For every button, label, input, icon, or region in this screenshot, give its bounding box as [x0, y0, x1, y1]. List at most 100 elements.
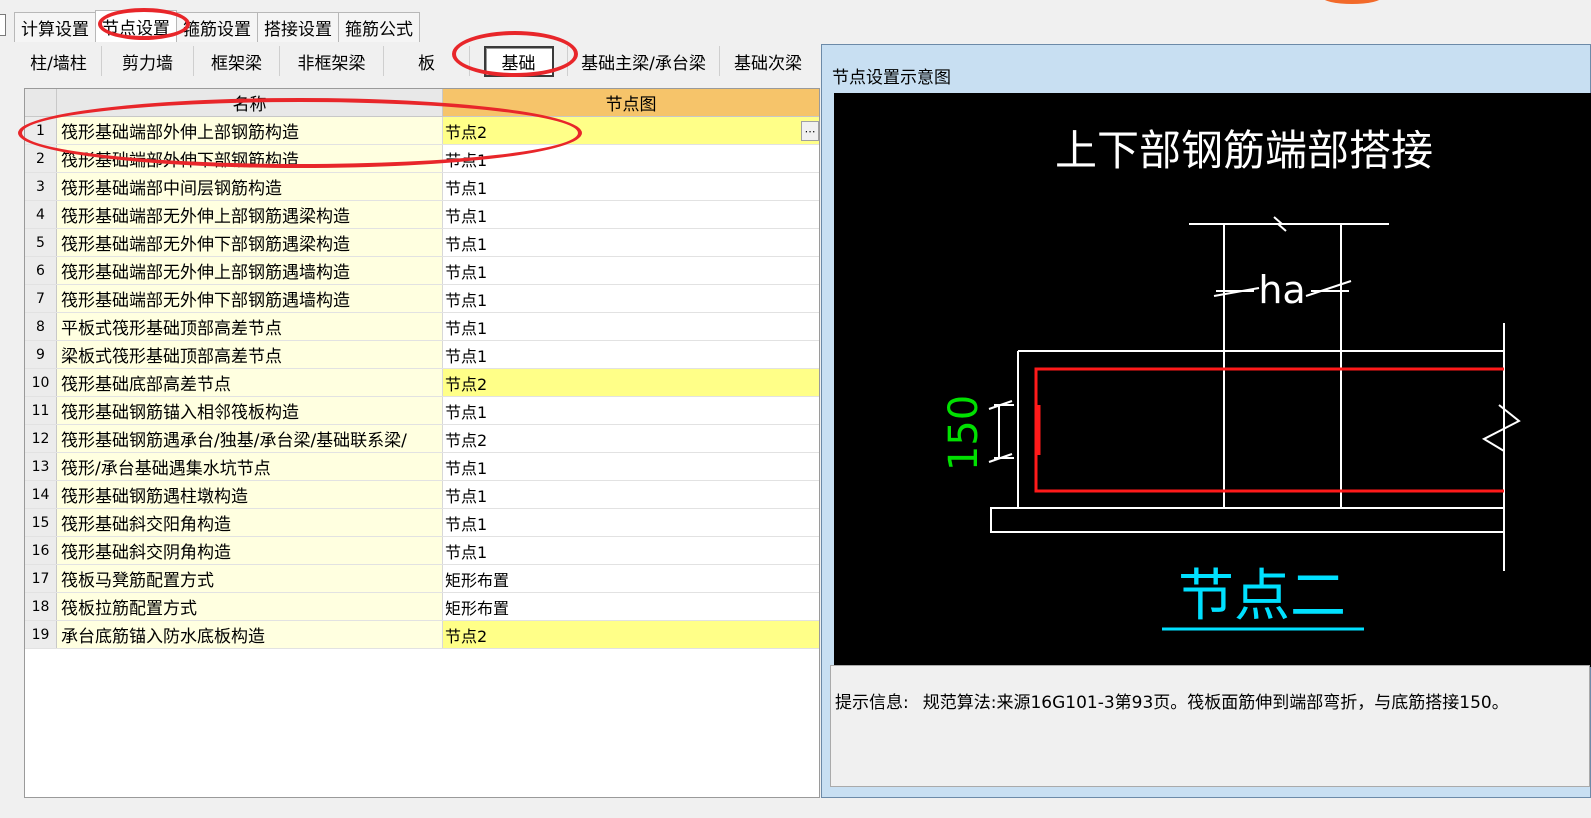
table-row[interactable]: 16 筏形基础斜交阴角构造 节点1 [25, 537, 819, 565]
row-number: 4 [25, 201, 57, 228]
table-row[interactable]: 11 筏形基础钢筋锚入相邻筏板构造 节点1 [25, 397, 819, 425]
row-node-cell[interactable]: 节点2 [443, 369, 819, 396]
row-number: 18 [25, 593, 57, 620]
node-column-header[interactable]: 节点图 [443, 89, 819, 117]
subtab-label: 柱/墙柱 [30, 53, 87, 74]
table-row[interactable]: 2 筏形基础端部外伸下部钢筋构造 节点1 [25, 145, 819, 173]
break-symbol-right [1481, 404, 1521, 452]
table-row[interactable]: 15 筏形基础斜交阳角构造 节点1 [25, 509, 819, 537]
table-row[interactable]: 9 梁板式筏形基础顶部高差节点 节点1 [25, 341, 819, 369]
row-name-cell[interactable]: 平板式筏形基础顶部高差节点 [57, 313, 443, 340]
table-row[interactable]: 5 筏形基础端部无外伸下部钢筋遇梁构造 节点1 [25, 229, 819, 257]
row-node-cell[interactable]: 节点1 [443, 481, 819, 508]
row-node-cell[interactable]: 节点1 [443, 257, 819, 284]
row-node-value: 节点1 [445, 402, 488, 422]
row-node-cell[interactable]: 节点2 [443, 621, 819, 648]
row-name-cell[interactable]: 筏板拉筋配置方式 [57, 593, 443, 620]
table-row[interactable]: 14 筏形基础钢筋遇柱墩构造 节点1 [25, 481, 819, 509]
row-number: 1 [25, 117, 57, 144]
row-node-cell[interactable]: 节点1 [443, 201, 819, 228]
subtab-label: 非框架梁 [297, 53, 366, 74]
ellipsis-button[interactable]: ⋯ [801, 121, 819, 141]
row-number: 11 [25, 397, 57, 424]
subtab-column-wallcolumn[interactable]: 柱/墙柱 [16, 46, 102, 76]
row-number: 13 [25, 453, 57, 480]
row-node-cell[interactable]: 节点1 [443, 313, 819, 340]
row-number: 10 [25, 369, 57, 396]
rebar-top-bent [1034, 367, 1504, 493]
row-name-cell[interactable]: 梁板式筏形基础顶部高差节点 [57, 341, 443, 368]
row-number: 3 [25, 173, 57, 200]
row-node-cell[interactable]: 矩形布置 [443, 593, 819, 620]
row-name-cell[interactable]: 筏形基础端部外伸上部钢筋构造 [57, 117, 443, 144]
row-name-cell[interactable]: 筏形/承台基础遇集水坑节点 [57, 453, 443, 480]
tab-stirrup-formula[interactable]: 箍筋公式 [338, 12, 420, 42]
row-node-cell[interactable]: 节点1 [443, 341, 819, 368]
table-row[interactable]: 17 筏板马凳筋配置方式 矩形布置 [25, 565, 819, 593]
row-node-cell[interactable]: 节点2 ⋯ [443, 117, 819, 144]
row-node-value: 节点1 [445, 234, 488, 254]
row-name-cell[interactable]: 筏形基础端部无外伸下部钢筋遇梁构造 [57, 229, 443, 256]
tab-node-settings[interactable]: 节点设置 [95, 10, 177, 42]
table-row[interactable]: 19 承台底筋锚入防水底板构造 节点2 [25, 621, 819, 649]
table-row[interactable]: 7 筏形基础端部无外伸下部钢筋遇墙构造 节点1 [25, 285, 819, 313]
subtab-label: 剪力墙 [122, 53, 173, 74]
row-name-cell[interactable]: 承台底筋锚入防水底板构造 [57, 621, 443, 648]
table-row[interactable]: 8 平板式筏形基础顶部高差节点 节点1 [25, 313, 819, 341]
row-node-cell[interactable]: 节点1 [443, 537, 819, 564]
ha-tick-right [1305, 280, 1352, 297]
subtab-foundation-secondary-beam[interactable]: 基础次梁 [720, 46, 816, 76]
table-row[interactable]: 10 筏形基础底部高差节点 节点2 [25, 369, 819, 397]
row-name-cell[interactable]: 筏形基础斜交阳角构造 [57, 509, 443, 536]
subtab-label: 框架梁 [211, 53, 262, 74]
row-node-value: 节点1 [445, 346, 488, 366]
row-node-cell[interactable]: 节点2 [443, 425, 819, 452]
subtab-foundation-main-beam[interactable]: 基础主梁/承台梁 [568, 46, 720, 76]
subtab-frame-beam[interactable]: 框架梁 [194, 46, 280, 76]
table-row[interactable]: 3 筏形基础端部中间层钢筋构造 节点1 [25, 173, 819, 201]
subtab-shear-wall[interactable]: 剪力墙 [102, 46, 194, 76]
subtab-label: 板 [418, 53, 435, 74]
row-name-cell[interactable]: 筏形基础钢筋锚入相邻筏板构造 [57, 397, 443, 424]
table-row[interactable]: 4 筏形基础端部无外伸上部钢筋遇梁构造 节点1 [25, 201, 819, 229]
row-name-cell[interactable]: 筏形基础端部外伸下部钢筋构造 [57, 145, 443, 172]
row-name-cell[interactable]: 筏形基础钢筋遇柱墩构造 [57, 481, 443, 508]
row-name-cell[interactable]: 筏形基础端部无外伸上部钢筋遇梁构造 [57, 201, 443, 228]
tab-stirrup-settings[interactable]: 箍筋设置 [176, 12, 258, 42]
row-name-cell[interactable]: 筏形基础底部高差节点 [57, 369, 443, 396]
row-name-cell[interactable]: 筏形基础钢筋遇承台/独基/承台梁/基础联系梁/ [57, 425, 443, 452]
tab-calc-settings[interactable]: 计算设置 [14, 12, 96, 42]
table-row[interactable]: 1 筏形基础端部外伸上部钢筋构造 节点2 ⋯ [25, 117, 819, 145]
panel-title: 节点设置示意图 [832, 68, 951, 88]
row-node-cell[interactable]: 节点1 [443, 509, 819, 536]
row-node-cell[interactable]: 节点1 [443, 285, 819, 312]
subtab-nonframe-beam[interactable]: 非框架梁 [280, 46, 384, 76]
table-row[interactable]: 13 筏形/承台基础遇集水坑节点 节点1 [25, 453, 819, 481]
table-row[interactable]: 6 筏形基础端部无外伸上部钢筋遇墙构造 节点1 [25, 257, 819, 285]
row-node-cell[interactable]: 矩形布置 [443, 565, 819, 592]
table-row[interactable]: 12 筏形基础钢筋遇承台/独基/承台梁/基础联系梁/节点2 [25, 425, 819, 453]
row-number: 16 [25, 537, 57, 564]
table-row[interactable]: 18 筏板拉筋配置方式 矩形布置 [25, 593, 819, 621]
row-node-value: 节点1 [445, 206, 488, 226]
row-name-cell[interactable]: 筏形基础端部无外伸上部钢筋遇墙构造 [57, 257, 443, 284]
row-name-cell[interactable]: 筏板马凳筋配置方式 [57, 565, 443, 592]
row-node-cell[interactable]: 节点1 [443, 397, 819, 424]
subtab-slab[interactable]: 板 [384, 46, 470, 76]
hint-text: 规范算法:来源16G101-3第93页。筏板面筋伸到端部弯折，与底筋搭接150。 [922, 693, 1509, 713]
row-name-cell[interactable]: 筏形基础端部中间层钢筋构造 [57, 173, 443, 200]
grid-header: 名称 节点图 [25, 89, 819, 117]
row-node-value: 节点1 [445, 514, 488, 534]
row-node-cell[interactable]: 节点1 [443, 229, 819, 256]
row-name-cell[interactable]: 筏形基础斜交阴角构造 [57, 537, 443, 564]
row-node-cell[interactable]: 节点1 [443, 453, 819, 480]
row-number-header [25, 89, 57, 117]
row-node-cell[interactable]: 节点1 [443, 145, 819, 172]
row-node-cell[interactable]: 节点1 [443, 173, 819, 200]
row-node-value: 节点2 [445, 430, 488, 450]
subtab-foundation[interactable]: 基础 [470, 45, 568, 77]
row-name-cell[interactable]: 筏形基础端部无外伸下部钢筋遇墙构造 [57, 285, 443, 312]
name-column-header[interactable]: 名称 [57, 89, 443, 117]
window-edge [0, 14, 6, 36]
tab-lap-settings[interactable]: 搭接设置 [257, 12, 339, 42]
